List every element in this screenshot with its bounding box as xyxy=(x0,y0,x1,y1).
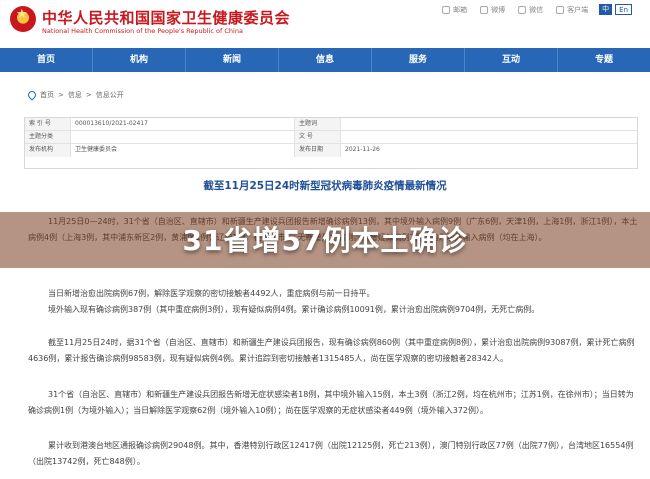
meta-value: 2021-11-26 xyxy=(345,146,380,153)
site-title-en: National Health Commission of the People… xyxy=(42,27,243,35)
meta-value xyxy=(71,131,295,143)
location-icon xyxy=(26,89,38,101)
nav-item-topics[interactable]: 专题 xyxy=(558,48,650,72)
meta-label: 发布日期 xyxy=(295,144,341,157)
site-header: ★ 中华人民共和国国家卫生健康委员会 National Health Commi… xyxy=(0,0,650,46)
breadcrumb-separator: > xyxy=(58,91,64,99)
breadcrumb-info[interactable]: 信息 xyxy=(68,90,82,100)
meta-label: 索 引 号 xyxy=(25,118,71,130)
nav-item-information[interactable]: 信息 xyxy=(279,48,372,72)
meta-value: 000013610/2021-02417 xyxy=(71,118,295,130)
lang-cn-button[interactable]: 中 xyxy=(599,4,613,15)
mail-link[interactable]: 邮箱 xyxy=(442,5,467,15)
breadcrumb-separator: > xyxy=(85,91,92,99)
nav-item-home[interactable]: 首页 xyxy=(0,48,93,72)
mobile-icon xyxy=(556,5,565,14)
top-links: 邮箱 微博 微信 客户端 中 En xyxy=(432,4,632,15)
meta-label: 主题分类 xyxy=(25,131,71,143)
meta-row: 主题分类 文 号 xyxy=(25,131,637,144)
article-paragraph: 境外输入现有确诊病例387例（其中重症病例3例），现有疑似病例4例。累计确诊病例… xyxy=(48,305,540,314)
wechat-icon xyxy=(518,5,527,14)
meta-value: 卫生健康委员会 xyxy=(71,144,295,157)
article-paragraph: 当日新增治愈出院病例67例，解除医学观察的密切接触者4492人，重症病例与前一日… xyxy=(48,289,375,298)
meta-label: 文 号 xyxy=(295,131,341,143)
breadcrumb: 首页 > 信息 > 信息公开 xyxy=(26,89,124,101)
mobile-client-link[interactable]: 客户端 xyxy=(556,5,588,15)
document-meta-table: 索 引 号 000013610/2021-02417 主题词 主题分类 文 号 … xyxy=(24,117,638,169)
meta-value xyxy=(341,131,637,143)
meta-row: 发布机构 卫生健康委员会 发布日期 2021-11-26 xyxy=(25,144,637,157)
article-paragraph: 截至11月25日24时，据31个省（自治区、直辖市）和新疆生产建设兵团报告，现有… xyxy=(28,338,635,363)
nav-item-news[interactable]: 新闻 xyxy=(186,48,279,72)
nav-item-interaction[interactable]: 互动 xyxy=(465,48,558,72)
article-paragraph: 累计收到港澳台地区通报确诊病例29048例。其中，香港特别行政区12417例（出… xyxy=(28,441,634,466)
headline-overlay-text: 31省增57例本土确诊 xyxy=(182,224,468,257)
main-nav: 首页 机构 新闻 信息 服务 互动 专题 xyxy=(0,48,650,72)
lang-en-button[interactable]: En xyxy=(615,4,632,15)
weibo-icon xyxy=(480,5,489,14)
breadcrumb-home[interactable]: 首页 xyxy=(40,90,54,100)
meta-label: 主题词 xyxy=(295,118,341,130)
breadcrumb-disclosure[interactable]: 信息公开 xyxy=(96,90,124,100)
nav-item-services[interactable]: 服务 xyxy=(372,48,465,72)
wechat-link[interactable]: 微信 xyxy=(518,5,543,15)
weibo-link[interactable]: 微博 xyxy=(480,5,505,15)
mail-icon xyxy=(442,5,451,14)
site-title[interactable]: 中华人民共和国国家卫生健康委员会 xyxy=(42,7,290,28)
meta-label: 发布机构 xyxy=(25,144,71,157)
nav-item-organization[interactable]: 机构 xyxy=(93,48,186,72)
article-title: 截至11月25日24时新型冠状病毒肺炎疫情最新情况 xyxy=(203,180,447,192)
meta-value xyxy=(341,118,637,130)
meta-row: 索 引 号 000013610/2021-02417 主题词 xyxy=(25,118,637,131)
national-emblem-icon: ★ xyxy=(10,6,36,32)
article-paragraph: 31个省（自治区、直辖市）和新疆生产建设兵团报告新增无症状感染者18例，其中境外… xyxy=(28,390,634,415)
